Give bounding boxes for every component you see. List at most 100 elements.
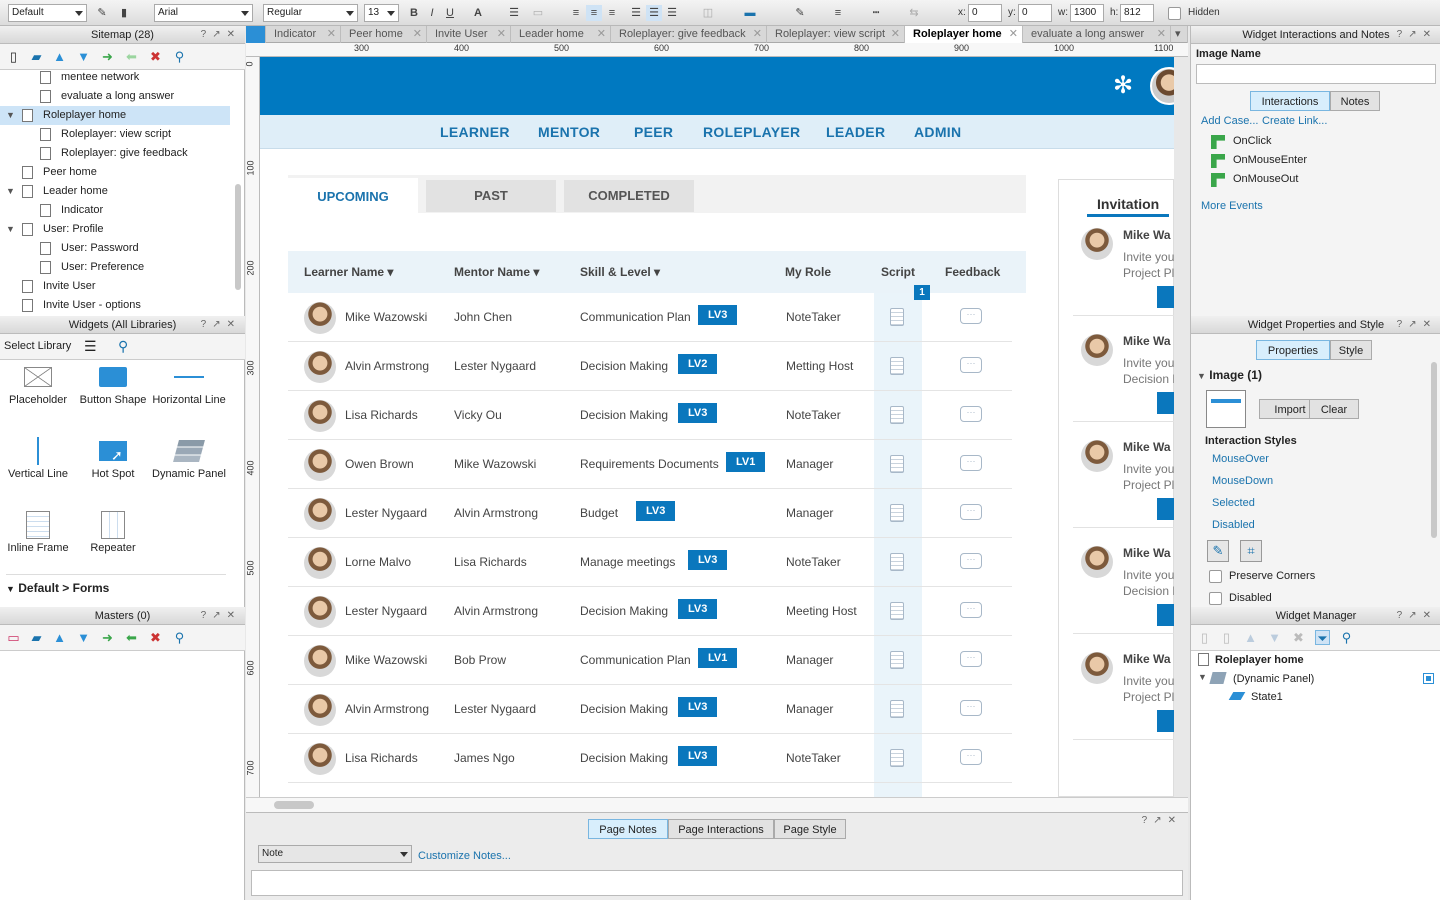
header-skill-level[interactable]: Skill & Level ▾	[580, 265, 660, 279]
table-row[interactable]: Lisa Richards James Ngo Decision Making LV3…	[288, 734, 1012, 783]
script-icon[interactable]	[890, 406, 904, 424]
table-row[interactable]: Lorne Malvo Lisa Richards Manage meetings L…	[288, 538, 1012, 587]
border-color-icon[interactable]: ✎	[792, 5, 808, 21]
table-row[interactable]: Lester Nygaard Alvin Armstrong Decision Ma…	[288, 587, 1012, 636]
invitation-item[interactable]: Mike Wa Invite you Project Pla	[1073, 216, 1174, 316]
tab-invite-user[interactable]: Invite User ✕	[427, 26, 511, 43]
sitemap-item[interactable]: Invite User	[0, 277, 230, 296]
crop-icon[interactable]: ⌗	[1240, 540, 1262, 562]
accept-button[interactable]	[1157, 392, 1174, 414]
event-onmouseenter[interactable]: OnMouseEnter	[1211, 154, 1307, 168]
shadow-icon[interactable]: ▬	[742, 5, 758, 21]
table-row[interactable]: Mike Wazowski Bob Prow Communication Plan L…	[288, 636, 1012, 685]
feedback-icon[interactable]: ···	[960, 602, 982, 618]
panel-controls[interactable]: ?↗✕	[1142, 815, 1182, 826]
widget-placeholder[interactable]: Placeholder	[0, 360, 76, 406]
paint-icon[interactable]: ▮	[116, 5, 132, 21]
select-library-dropdown[interactable]: Select Library	[4, 340, 71, 352]
script-icon[interactable]	[890, 651, 904, 669]
panel-controls[interactable]: ?↗✕	[1397, 607, 1437, 625]
w-input[interactable]: 1300	[1070, 4, 1104, 22]
align-right-icon[interactable]: ≡	[604, 5, 620, 21]
feedback-icon[interactable]: ···	[960, 406, 982, 422]
widget-horizontal-line[interactable]: Horizontal Line	[151, 360, 227, 406]
sitemap-scrollbar[interactable]	[235, 184, 241, 290]
arrow-style-icon[interactable]: ⇆	[906, 5, 922, 21]
sitemap-item[interactable]: Indicator	[0, 201, 230, 220]
preserve-corners-checkbox[interactable]	[1209, 570, 1222, 583]
menu-icon[interactable]: ☰	[84, 338, 97, 355]
text-color-icon[interactable]: A	[470, 5, 486, 21]
feedback-icon[interactable]: ···	[960, 749, 982, 765]
nav-admin[interactable]: ADMIN	[914, 124, 961, 140]
tab-page-notes[interactable]: Page Notes	[588, 819, 668, 839]
format-painter-icon[interactable]: ✎	[94, 5, 110, 21]
nav-leader[interactable]: LEADER	[826, 124, 885, 140]
bold-icon[interactable]: B	[406, 5, 422, 21]
feedback-icon[interactable]: ···	[960, 357, 982, 373]
manager-state[interactable]: State1	[1251, 691, 1283, 703]
widget-button-shape[interactable]: Button Shape	[75, 360, 151, 406]
pencil-icon[interactable]: ✎	[1207, 540, 1229, 562]
valign-middle-icon[interactable]: ☰	[646, 5, 662, 21]
outdent-icon[interactable]: ⬅	[124, 49, 139, 64]
bullet-list-icon[interactable]: ☰	[506, 5, 522, 21]
panel-controls[interactable]: ?↗✕	[201, 316, 241, 334]
sitemap-item-selected[interactable]: ▼ Roleplayer home	[0, 106, 230, 125]
widget-inline-frame[interactable]: Inline Frame	[0, 508, 76, 554]
search-icon[interactable]: ⚲	[1339, 630, 1354, 645]
create-link-link[interactable]: Create Link...	[1262, 115, 1327, 127]
line-width-icon[interactable]: ≡	[830, 5, 846, 21]
tab-pin-icon[interactable]	[246, 26, 266, 43]
nav-mentor[interactable]: MENTOR	[538, 124, 600, 140]
widget-vertical-line[interactable]: Vertical Line	[0, 434, 76, 480]
font-select[interactable]: Arial	[154, 4, 253, 22]
search-icon[interactable]: ⚲	[118, 338, 128, 355]
image-section-header[interactable]: ▼ Image (1)	[1197, 368, 1262, 382]
network-icon[interactable]: ✻	[1108, 71, 1138, 101]
fill-color-icon[interactable]: ◫	[700, 5, 716, 21]
widgets-section-header[interactable]: ▼ Default > Forms	[6, 581, 109, 595]
sitemap-item[interactable]: User: Preference	[0, 258, 230, 277]
style-mousedown-link[interactable]: MouseDown	[1212, 475, 1273, 487]
nav-peer[interactable]: PEER	[634, 124, 673, 140]
underline-icon[interactable]: U	[442, 5, 458, 21]
note-select[interactable]: Note	[258, 845, 412, 863]
add-master-icon[interactable]: ▭	[6, 630, 21, 645]
add-folder-icon[interactable]: ▰	[29, 630, 44, 645]
tab-indicator[interactable]: Indicator ✕	[266, 26, 341, 43]
feedback-icon[interactable]: ···	[960, 700, 982, 716]
clear-button[interactable]: Clear	[1309, 399, 1359, 419]
feedback-icon[interactable]: ···	[960, 308, 982, 324]
style-selected-link[interactable]: Selected	[1212, 497, 1255, 509]
widget-repeater[interactable]: Repeater	[75, 508, 151, 554]
sitemap-item[interactable]: ▼ User: Profile	[0, 220, 230, 239]
script-icon[interactable]	[890, 455, 904, 473]
accept-button[interactable]	[1157, 604, 1174, 626]
panel-controls[interactable]: ?↗✕	[201, 607, 241, 625]
invitation-item[interactable]: Mike Wa Invite you Decision M	[1073, 322, 1174, 422]
customize-notes-link[interactable]: Customize Notes...	[418, 850, 511, 862]
line-style-icon[interactable]: ┅	[868, 5, 884, 21]
tab-leader-home[interactable]: Leader home ✕	[511, 26, 611, 43]
add-icon[interactable]: ▯	[1197, 630, 1212, 645]
italic-icon[interactable]: I	[424, 5, 440, 21]
h-input[interactable]: 812	[1120, 4, 1154, 22]
add-case-link[interactable]: Add Case...	[1201, 115, 1258, 127]
notes-textarea[interactable]	[251, 870, 1183, 896]
table-row[interactable]: Alvin Armstrong Lester Nygaard Decision Ma…	[288, 342, 1012, 391]
design-canvas[interactable]: ✻ LEARNER MENTOR PEER ROLEPLAYER LEADER …	[260, 57, 1174, 797]
hidden-checkbox[interactable]	[1168, 7, 1181, 20]
widget-hot-spot[interactable]: ➚ Hot Spot	[75, 434, 151, 480]
sitemap-item[interactable]: Invite User - options	[0, 296, 230, 315]
filter-icon[interactable]: ⏷	[1315, 630, 1330, 646]
sitemap-item[interactable]: User: Password	[0, 239, 230, 258]
header-learner-name[interactable]: Learner Name ▾	[304, 265, 393, 279]
font-weight-select[interactable]: Regular	[263, 4, 358, 22]
style-mouseover-link[interactable]: MouseOver	[1212, 453, 1269, 465]
sitemap-item[interactable]: mentee network	[0, 70, 230, 87]
valign-top-icon[interactable]: ☰	[628, 5, 644, 21]
move-down-icon[interactable]: ▼	[76, 49, 91, 64]
tab-overflow-icon[interactable]: ▾	[1171, 26, 1188, 43]
manager-dynamic-panel[interactable]: (Dynamic Panel)	[1233, 673, 1314, 685]
